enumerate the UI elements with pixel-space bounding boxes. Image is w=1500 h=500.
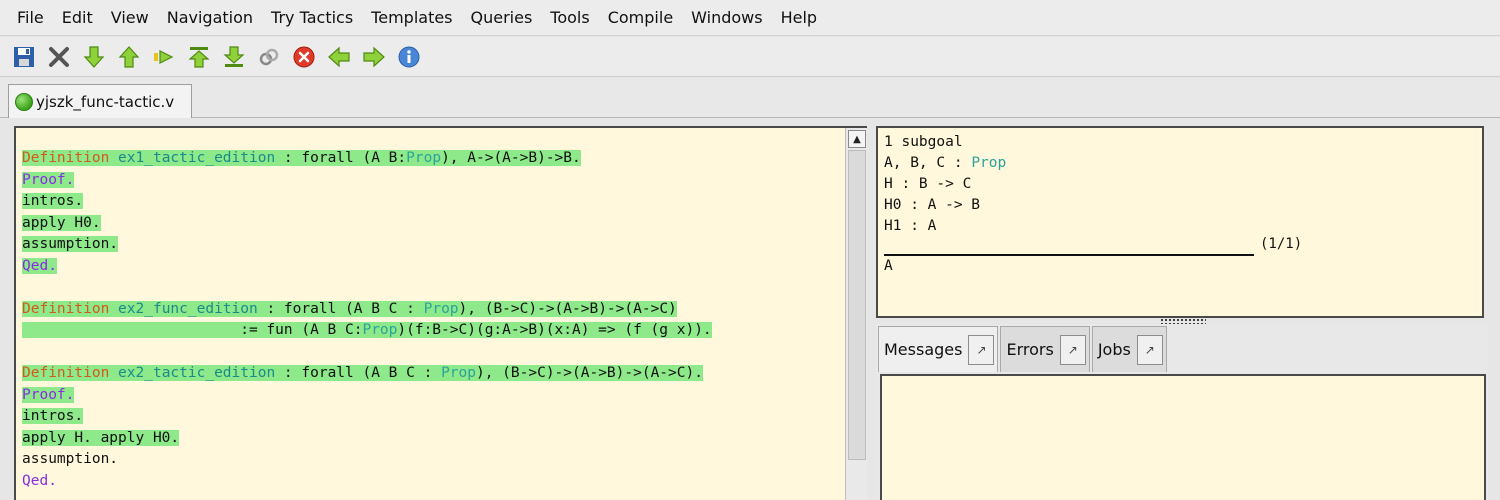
menu-tools[interactable]: Tools <box>541 0 598 36</box>
menu-view[interactable]: View <box>102 0 158 36</box>
goal-conclusion: A <box>884 258 893 274</box>
code-line: Qed. <box>22 257 57 274</box>
code-line: assumption. <box>22 451 119 467</box>
scroll-thumb[interactable] <box>848 150 866 460</box>
menu-file[interactable]: File <box>8 0 53 36</box>
goal-index: (1/1) <box>1260 236 1303 252</box>
code-line: Definition ex2_tactic_edition : forall (… <box>22 365 703 381</box>
menu-edit[interactable]: Edit <box>53 0 102 36</box>
detach-icon[interactable]: ↗ <box>1059 334 1086 365</box>
menu-queries[interactable]: Queries <box>462 0 542 36</box>
about-icon[interactable] <box>395 43 422 70</box>
code-line: Definition ex1_tactic_edition : forall (… <box>22 150 581 166</box>
code-line: Qed. <box>22 472 57 489</box>
previous-icon[interactable] <box>325 43 352 70</box>
detach-icon[interactable]: ↗ <box>1136 334 1163 365</box>
detach-icon[interactable]: ↗ <box>968 334 995 365</box>
goal-separator <box>884 254 1254 256</box>
menu-windows[interactable]: Windows <box>682 0 771 36</box>
link-icon[interactable] <box>255 43 282 70</box>
code-line: assumption. <box>22 236 119 252</box>
goals-pane: 1 subgoal A, B, C : Prop H : B -> C H0 :… <box>876 126 1484 318</box>
restart-icon[interactable] <box>185 43 212 70</box>
hypothesis: H1 : A <box>884 218 937 234</box>
file-tab-label: yjszk_func-tactic.v <box>36 92 175 111</box>
end-icon[interactable] <box>220 43 247 70</box>
next-icon[interactable] <box>360 43 387 70</box>
menu-navigation[interactable]: Navigation <box>158 0 262 36</box>
messages-panel: Messages ↗ Errors ↗ Jobs ↗ <box>876 324 1488 500</box>
go-to-cursor-icon[interactable] <box>150 43 177 70</box>
code-line: apply H0. <box>22 214 101 231</box>
menu-help[interactable]: Help <box>772 0 826 36</box>
code-area[interactable]: Definition ex1_tactic_edition : forall (… <box>22 148 712 492</box>
scroll-up-icon[interactable]: ▲ <box>848 130 866 148</box>
script-editor[interactable]: Definition ex1_tactic_edition : forall (… <box>14 126 867 500</box>
code-line: Definition ex2_func_edition : forall (A … <box>22 300 677 317</box>
menu-try-tactics[interactable]: Try Tactics <box>262 0 362 36</box>
tab-messages[interactable]: Messages ↗ <box>878 326 999 372</box>
save-icon[interactable] <box>10 43 37 70</box>
hypothesis-vars: A, B, C : Prop <box>884 155 1007 171</box>
forward-one-icon[interactable] <box>80 43 107 70</box>
status-dot-icon <box>15 92 33 111</box>
code-line: intros. <box>22 408 84 424</box>
file-tab-bar: yjszk_func-tactic.v <box>0 78 1500 118</box>
messages-body <box>880 374 1486 500</box>
tab-errors[interactable]: Errors ↗ <box>1000 326 1090 372</box>
close-icon[interactable] <box>45 43 72 70</box>
menu-compile[interactable]: Compile <box>599 0 682 36</box>
code-line: intros. <box>22 193 84 209</box>
code-line: := fun (A B C:Prop)(f:B->C)(g:A->B)(x:A)… <box>22 322 712 338</box>
code-line: Proof. <box>22 386 75 403</box>
menu-bar: File Edit View Navigation Try Tactics Templat… <box>0 0 1500 36</box>
hypothesis: H : B -> C <box>884 176 972 192</box>
interrupt-icon[interactable] <box>290 43 317 70</box>
file-tab[interactable]: yjszk_func-tactic.v <box>8 84 192 118</box>
menu-templates[interactable]: Templates <box>362 0 461 36</box>
hypothesis: H0 : A -> B <box>884 197 981 213</box>
tab-jobs[interactable]: Jobs ↗ <box>1091 326 1167 372</box>
code-line: apply H. apply H0. <box>22 429 180 446</box>
code-line: Proof. <box>22 171 75 188</box>
backward-one-icon[interactable] <box>115 43 142 70</box>
subgoal-count: 1 subgoal <box>884 134 963 150</box>
editor-scrollbar[interactable]: ▲ <box>845 128 867 500</box>
toolbar <box>0 37 1500 77</box>
